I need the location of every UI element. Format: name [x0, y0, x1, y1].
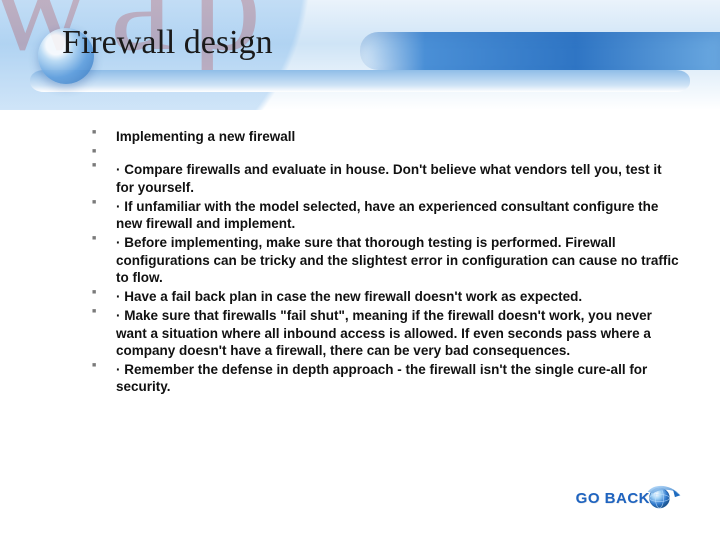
bullet-item: · Remember the defense in depth approach… [92, 361, 680, 396]
bullet-list: Implementing a new firewall · Compare fi… [92, 128, 680, 396]
bullet-item: · Compare firewalls and evaluate in hous… [92, 161, 680, 196]
bullet-item: · Before implementing, make sure that th… [92, 234, 680, 286]
go-back-button[interactable]: GO BACK [576, 484, 684, 512]
globe-arrow-icon [644, 484, 684, 512]
bullet-item: Implementing a new firewall [92, 128, 680, 145]
go-back-label: GO BACK [576, 490, 650, 507]
bullet-item: · Have a fail back plan in case the new … [92, 288, 680, 305]
title-band-right [360, 32, 720, 70]
page-title: Firewall design [62, 24, 273, 62]
title-band-under [30, 70, 690, 92]
bullet-item: · If unfamiliar with the model selected,… [92, 198, 680, 233]
bullet-item: · Make sure that firewalls "fail shut", … [92, 307, 680, 359]
bullet-item [92, 147, 680, 159]
slide: w a p Firewall design Implementing a new… [0, 0, 720, 540]
content-area: Implementing a new firewall · Compare fi… [92, 128, 680, 398]
